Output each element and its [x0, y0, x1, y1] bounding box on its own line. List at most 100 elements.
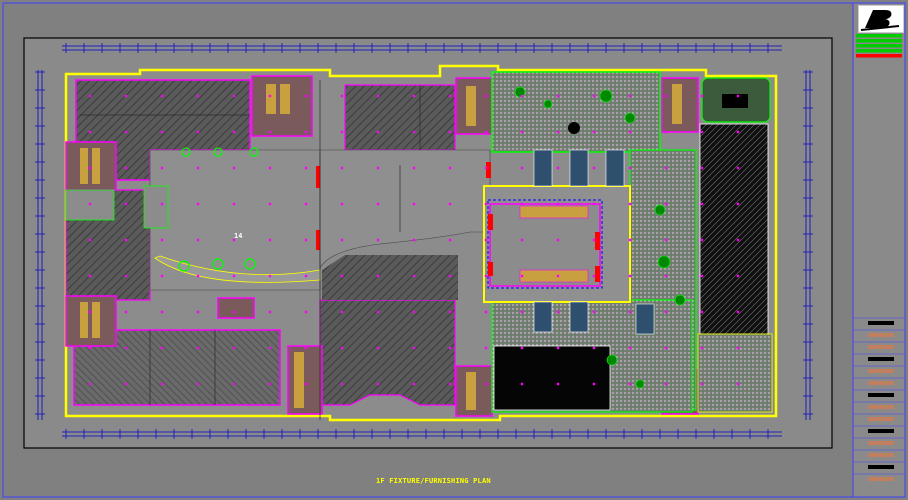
column-marker	[268, 274, 272, 278]
column-marker	[376, 346, 380, 350]
column-marker	[88, 130, 92, 134]
column-marker	[124, 382, 128, 386]
column-marker	[412, 346, 416, 350]
column-marker	[412, 94, 416, 98]
column-marker	[340, 238, 344, 242]
column-marker	[556, 274, 560, 278]
column-marker	[268, 310, 272, 314]
column-marker	[484, 274, 488, 278]
column-marker	[700, 310, 704, 314]
column-marker	[232, 382, 236, 386]
column-marker	[232, 94, 236, 98]
column-marker	[124, 346, 128, 350]
legend-bar	[856, 34, 902, 38]
column-marker	[664, 382, 668, 386]
column-marker	[88, 382, 92, 386]
column-marker	[268, 238, 272, 242]
column-marker	[376, 310, 380, 314]
column-marker	[124, 166, 128, 170]
column-marker	[592, 238, 596, 242]
column-marker	[124, 310, 128, 314]
column-marker	[628, 346, 632, 350]
retail-zone-south-center	[319, 299, 456, 406]
plaza-label: 14	[234, 232, 243, 240]
title-block	[852, 2, 906, 498]
garden-north	[491, 71, 661, 153]
column-marker	[664, 166, 668, 170]
title-block-entry	[868, 369, 894, 373]
column-marker	[664, 130, 668, 134]
dotted-zone-southeast	[697, 333, 773, 413]
column-marker	[196, 94, 200, 98]
column-marker	[484, 94, 488, 98]
column-marker	[340, 166, 344, 170]
column-marker	[124, 274, 128, 278]
title-block-entry	[868, 429, 894, 433]
brand-logo	[858, 5, 904, 33]
column-marker	[340, 346, 344, 350]
legend-bar	[856, 39, 902, 43]
column-marker	[664, 274, 668, 278]
column-marker	[268, 382, 272, 386]
column-marker	[304, 94, 308, 98]
column-marker	[376, 238, 380, 242]
column-marker	[664, 346, 668, 350]
title-block-entry	[868, 453, 894, 457]
column-marker	[664, 94, 668, 98]
column-marker	[700, 238, 704, 242]
column-marker	[484, 382, 488, 386]
column-marker	[592, 166, 596, 170]
column-marker	[160, 166, 164, 170]
column-marker	[520, 382, 524, 386]
column-marker	[664, 310, 668, 314]
column-marker	[736, 166, 740, 170]
column-marker	[520, 310, 524, 314]
column-marker	[448, 346, 452, 350]
column-marker	[700, 346, 704, 350]
title-block-entry	[868, 405, 894, 409]
column-marker	[340, 202, 344, 206]
column-marker	[196, 310, 200, 314]
title-block-entry	[868, 357, 894, 361]
column-marker	[448, 310, 452, 314]
column-marker	[160, 346, 164, 350]
column-marker	[556, 130, 560, 134]
column-marker	[412, 310, 416, 314]
dark-block-south	[493, 345, 611, 411]
column-marker	[556, 202, 560, 206]
legend-bar	[856, 54, 902, 58]
column-marker	[88, 166, 92, 170]
column-marker	[88, 238, 92, 242]
column-marker	[556, 382, 560, 386]
column-marker	[736, 310, 740, 314]
column-marker	[232, 130, 236, 134]
retail-zone-mid-south	[322, 255, 458, 300]
column-marker	[412, 238, 416, 242]
column-marker	[340, 130, 344, 134]
column-marker	[160, 274, 164, 278]
column-marker	[556, 94, 560, 98]
column-marker	[520, 238, 524, 242]
column-marker	[160, 382, 164, 386]
column-marker	[340, 310, 344, 314]
column-marker	[448, 94, 452, 98]
column-marker	[448, 238, 452, 242]
column-marker	[196, 238, 200, 242]
title-block-entry	[868, 417, 894, 421]
column-marker	[232, 346, 236, 350]
column-marker	[340, 94, 344, 98]
column-marker	[700, 202, 704, 206]
title-block-entry	[868, 465, 894, 469]
column-marker	[304, 130, 308, 134]
column-marker	[304, 274, 308, 278]
column-marker	[160, 310, 164, 314]
column-marker	[160, 130, 164, 134]
column-marker	[448, 202, 452, 206]
column-marker	[484, 346, 488, 350]
column-marker	[160, 202, 164, 206]
legend-bar	[856, 49, 902, 53]
column-marker	[268, 346, 272, 350]
column-marker	[448, 130, 452, 134]
column-marker	[412, 166, 416, 170]
column-marker	[628, 238, 632, 242]
